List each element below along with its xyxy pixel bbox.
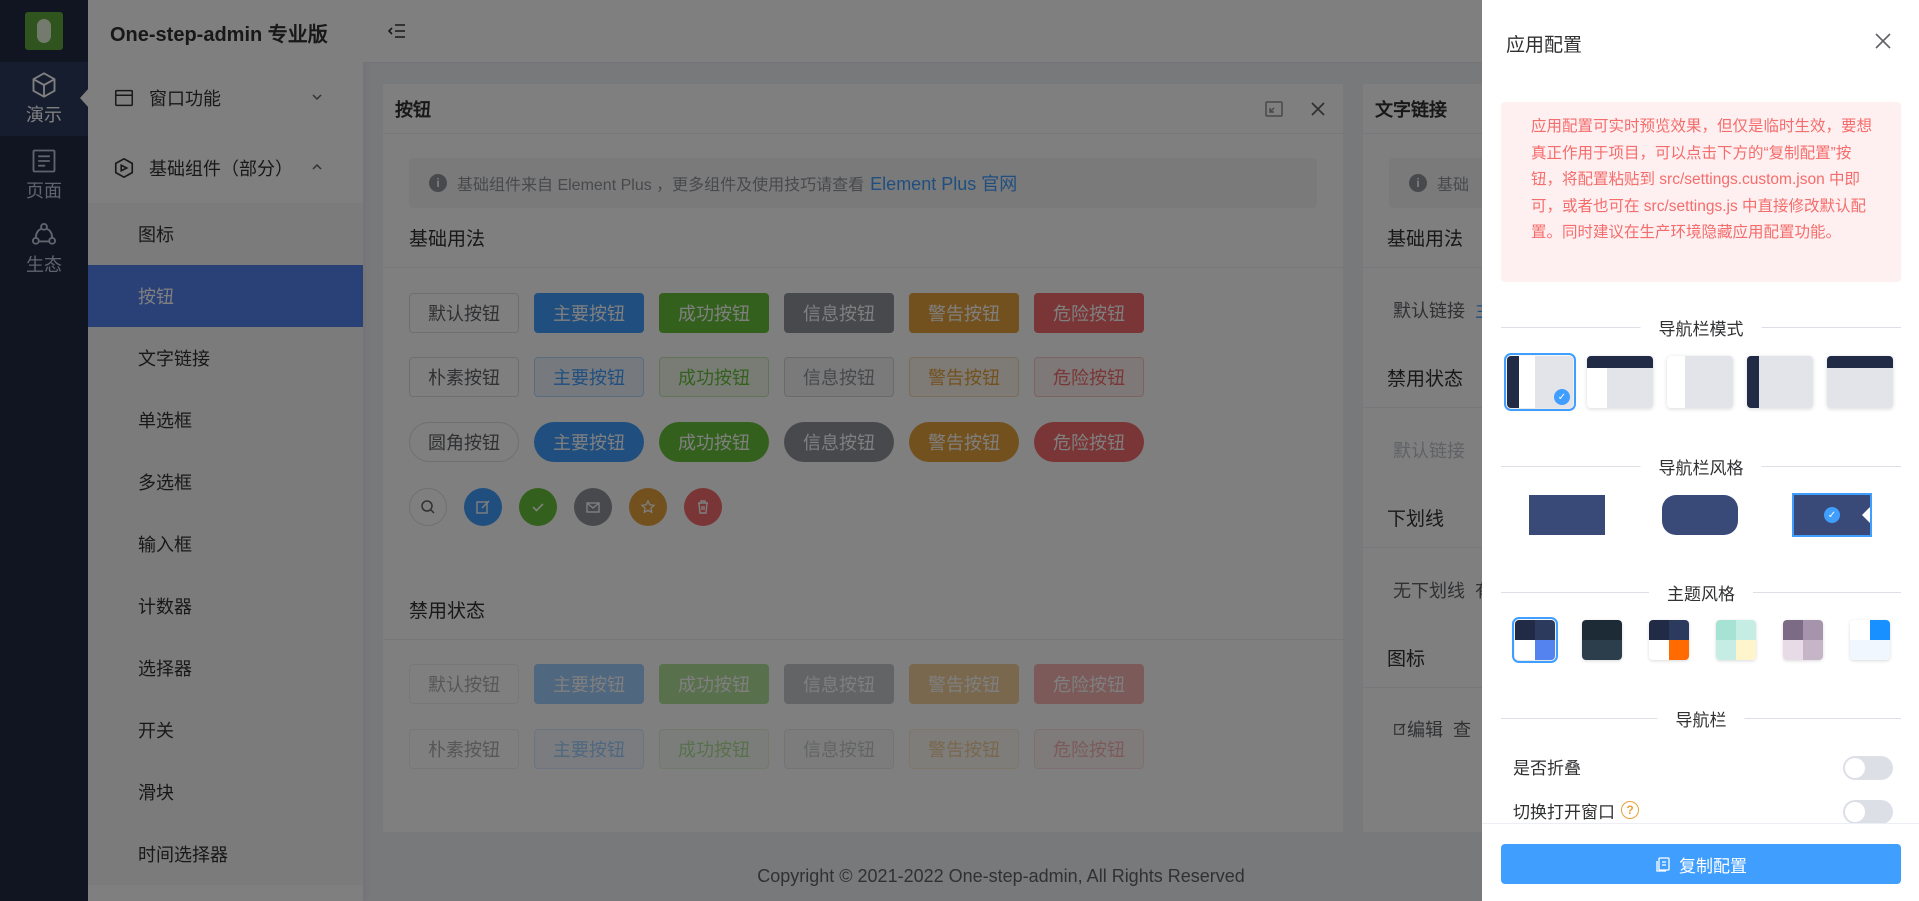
layout-option-4[interactable]: [1747, 356, 1813, 408]
config-alert-text: 应用配置可实时预览效果，但仅是临时生效，要想真正作用于项目，可以点击下方的“复制…: [1531, 118, 1873, 241]
nav-style-label: 导航栏风格: [1640, 454, 1762, 479]
check-icon: ✓: [1824, 507, 1840, 523]
theme-option-2[interactable]: [1582, 620, 1622, 660]
theme-option-5[interactable]: [1783, 620, 1823, 660]
theme-option-6[interactable]: [1850, 620, 1890, 660]
window-switch[interactable]: [1843, 800, 1893, 824]
drawer-title: 应用配置: [1506, 35, 1583, 56]
settings-drawer: 应用配置 应用配置可实时预览效果，但仅是临时生效，要想真正作用于项目，可以点击下…: [1482, 0, 1919, 901]
theme-option-4[interactable]: [1716, 620, 1756, 660]
toggle-window-row: 切换打开窗口 ?: [1513, 795, 1893, 825]
nav-style-rounded[interactable]: [1662, 495, 1738, 535]
theme-option-3[interactable]: [1649, 620, 1689, 660]
nav-style-heading: 导航栏风格: [1501, 454, 1901, 479]
toggle-collapse-label: 是否折叠: [1513, 758, 1581, 778]
nav-style-arrow[interactable]: ✓: [1792, 493, 1872, 537]
help-icon[interactable]: ?: [1621, 801, 1639, 819]
toggle-window-label: 切换打开窗口: [1513, 802, 1615, 822]
layout-option-2[interactable]: [1587, 356, 1653, 408]
copy-config-button[interactable]: 复制配置: [1501, 844, 1901, 884]
theme-style-heading: 主题风格: [1501, 580, 1901, 605]
copy-config-label: 复制配置: [1679, 856, 1747, 876]
close-icon[interactable]: [1873, 31, 1893, 51]
collapse-switch[interactable]: [1843, 756, 1893, 780]
nav-style-square[interactable]: [1529, 495, 1605, 535]
drawer-footer: 复制配置: [1482, 823, 1919, 901]
layout-option-1[interactable]: ✓: [1504, 353, 1576, 411]
layout-option-3[interactable]: [1667, 356, 1733, 408]
layout-option-5[interactable]: [1827, 356, 1893, 408]
nav-mode-heading: 导航栏模式: [1501, 315, 1901, 340]
theme-option-1[interactable]: [1512, 617, 1558, 663]
theme-style-label: 主题风格: [1649, 580, 1753, 605]
copy-icon: [1656, 857, 1670, 872]
config-alert: 应用配置可实时预览效果，但仅是临时生效，要想真正作用于项目，可以点击下方的“复制…: [1501, 102, 1901, 282]
toggle-collapse-row: 是否折叠: [1513, 751, 1893, 781]
navbar-heading: 导航栏: [1501, 706, 1901, 731]
navbar-label: 导航栏: [1657, 706, 1745, 731]
check-icon: ✓: [1554, 389, 1570, 405]
nav-mode-label: 导航栏模式: [1640, 315, 1762, 340]
